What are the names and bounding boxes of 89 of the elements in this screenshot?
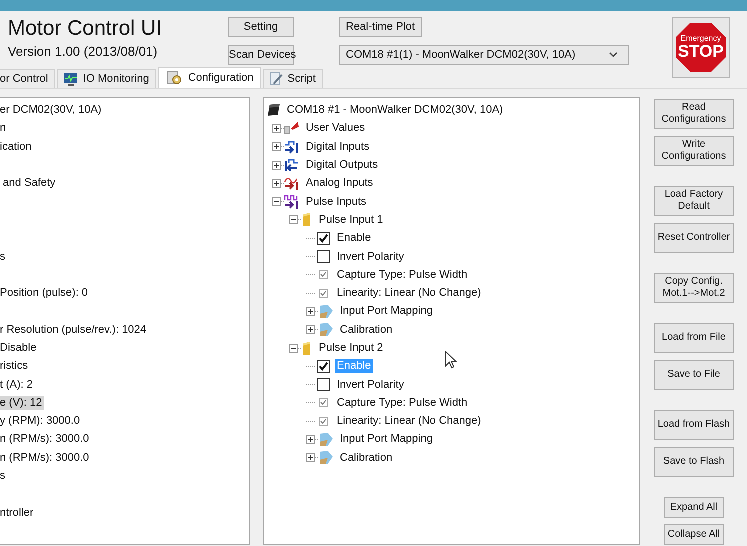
user-values-icon bbox=[284, 121, 300, 136]
scan-devices-button[interactable]: Scan Devices bbox=[228, 45, 294, 65]
tree-item[interactable]: Digital Inputs bbox=[304, 140, 372, 154]
monitor-icon bbox=[64, 72, 78, 86]
list-item[interactable]: Disable bbox=[0, 341, 39, 355]
input-arrow-icon bbox=[284, 140, 300, 154]
expand-icon[interactable] bbox=[272, 178, 281, 188]
expand-icon[interactable] bbox=[306, 453, 315, 462]
checkbox[interactable] bbox=[317, 360, 330, 373]
tree-item[interactable]: Analog Inputs bbox=[304, 176, 376, 190]
action-button[interactable]: Save to Flash bbox=[654, 447, 734, 477]
action-button[interactable]: Load from Flash bbox=[654, 410, 734, 440]
collapse-icon[interactable] bbox=[289, 344, 298, 352]
action-button[interactable]: Load from File bbox=[654, 323, 734, 353]
caret-icon bbox=[609, 52, 618, 58]
analog-input-icon bbox=[284, 176, 300, 190]
action-button[interactable]: Read Configurations bbox=[654, 99, 734, 129]
tree-item[interactable]: COM18 #1 - MoonWalker DCM02(30V, 10A) bbox=[285, 103, 506, 118]
action-button[interactable]: Load Factory Default bbox=[654, 186, 734, 216]
tree-item[interactable]: User Values bbox=[304, 121, 368, 136]
list-item[interactable]: and Safety bbox=[0, 176, 58, 190]
pulse-input-icon bbox=[284, 194, 300, 209]
list-item[interactable]: r Resolution (pulse/rev.): 1024 bbox=[0, 322, 149, 337]
action-button[interactable]: Write Configurations bbox=[654, 136, 734, 166]
tree-item[interactable]: Pulse Input 1 bbox=[317, 212, 386, 227]
expand-icon[interactable] bbox=[306, 306, 315, 316]
tab[interactable]: Configuration bbox=[158, 67, 261, 88]
checkbox[interactable] bbox=[317, 250, 330, 264]
collapse-icon[interactable] bbox=[289, 215, 298, 224]
action-button[interactable]: Expand All bbox=[664, 497, 724, 518]
tree-item[interactable]: Linearity: Linear (No Change) bbox=[335, 286, 484, 300]
list-item[interactable]: ication bbox=[0, 140, 34, 154]
gears-icon bbox=[167, 71, 184, 85]
tree-item[interactable]: Enable bbox=[335, 231, 374, 246]
tree-item[interactable]: Digital Outputs bbox=[304, 158, 380, 172]
page-arrow-icon bbox=[318, 450, 334, 466]
emergency-stop-button[interactable]: Emergency STOP bbox=[672, 17, 730, 78]
action-button[interactable]: Collapse All bbox=[664, 524, 724, 545]
expand-icon[interactable] bbox=[306, 325, 315, 334]
checkbox[interactable] bbox=[317, 378, 330, 392]
real-time-plot-button[interactable]: Real-time Plot bbox=[339, 17, 422, 37]
chip-icon bbox=[267, 103, 281, 118]
list-item[interactable]: e (V): 12 bbox=[0, 396, 44, 410]
list-item[interactable]: Position (pulse): 0 bbox=[0, 286, 90, 300]
mouse-cursor-icon bbox=[445, 351, 457, 369]
list-item[interactable]: ntroller bbox=[0, 506, 36, 520]
list-item[interactable]: er DCM02(30V, 10A) bbox=[0, 103, 104, 118]
tree-item[interactable]: Calibration bbox=[338, 322, 395, 337]
page-arrow-icon bbox=[318, 432, 334, 447]
tab[interactable]: Script bbox=[262, 69, 323, 88]
list-item[interactable]: n (RPM/s): 3000.0 bbox=[0, 432, 92, 446]
page-arrow-icon bbox=[318, 322, 334, 338]
device-dropdown[interactable]: COM18 #1(1) - MoonWalker DCM02(30V, 10A) bbox=[339, 45, 629, 65]
tree-item[interactable]: Capture Type: Pulse Width bbox=[335, 396, 470, 410]
list-item[interactable]: s bbox=[0, 469, 8, 484]
list-item[interactable]: n (RPM/s): 3000.0 bbox=[0, 450, 92, 465]
action-button[interactable]: Save to File bbox=[654, 360, 734, 390]
page-arrow-icon bbox=[318, 304, 334, 319]
list-item[interactable]: s bbox=[0, 250, 8, 264]
list-item[interactable]: t (A): 2 bbox=[0, 378, 36, 392]
tree-item[interactable]: Pulse Input 2 bbox=[317, 341, 386, 355]
expand-icon[interactable] bbox=[306, 434, 315, 444]
list-item[interactable]: ristics bbox=[0, 359, 30, 374]
folder-icon bbox=[301, 212, 313, 228]
tree-item[interactable]: Invert Polarity bbox=[335, 250, 406, 264]
tree-item[interactable]: Capture Type: Pulse Width bbox=[335, 268, 470, 282]
app-title: Motor Control UI bbox=[8, 16, 164, 41]
list-item[interactable]: y (RPM): 3000.0 bbox=[0, 414, 82, 428]
tree-item[interactable]: Input Port Mapping bbox=[338, 304, 435, 318]
tab[interactable]: or Control bbox=[0, 69, 56, 88]
document-pencil-icon bbox=[270, 72, 283, 86]
expand-icon[interactable] bbox=[272, 160, 281, 170]
setting-button[interactable]: Setting bbox=[228, 17, 294, 37]
expand-icon[interactable] bbox=[272, 124, 281, 133]
collapse-icon[interactable] bbox=[272, 197, 281, 206]
output-arrow-icon bbox=[284, 158, 300, 172]
tree-item[interactable]: Calibration bbox=[338, 450, 395, 465]
tree-item[interactable]: Pulse Inputs bbox=[304, 194, 369, 209]
version-text: Version 1.00 (2013/08/01) bbox=[8, 44, 159, 59]
tab[interactable]: IO Monitoring bbox=[57, 69, 156, 88]
list-item[interactable]: n bbox=[0, 121, 8, 136]
tree-item[interactable]: Linearity: Linear (No Change) bbox=[335, 414, 484, 428]
action-button[interactable]: Copy Config. Mot.1-->Mot.2 bbox=[654, 273, 734, 303]
checkbox[interactable] bbox=[317, 232, 330, 245]
tree-item[interactable]: Invert Polarity bbox=[335, 378, 406, 392]
action-button[interactable]: Reset Controller bbox=[654, 223, 734, 253]
expand-icon[interactable] bbox=[272, 142, 281, 152]
tree-item[interactable]: Input Port Mapping bbox=[338, 432, 435, 446]
folder-icon bbox=[301, 340, 313, 356]
